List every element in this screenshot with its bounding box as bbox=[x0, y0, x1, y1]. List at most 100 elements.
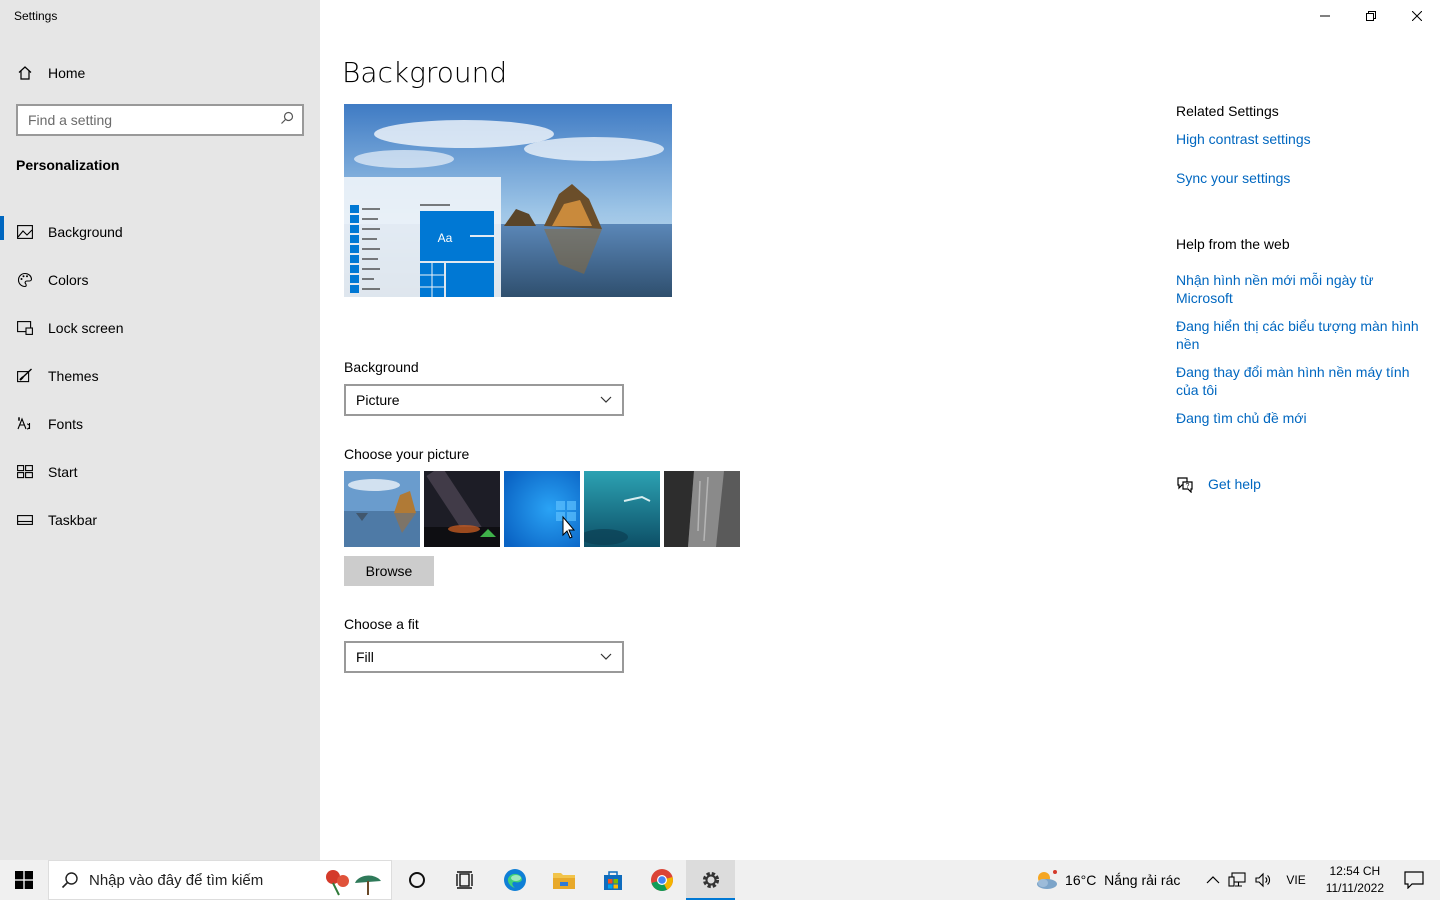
sidebar-item-background[interactable]: Background bbox=[0, 208, 320, 256]
partly-sunny-icon bbox=[1037, 870, 1058, 889]
picture-thumbnails bbox=[344, 471, 740, 547]
clock[interactable]: 12:54 CH 11/11/2022 bbox=[1316, 863, 1394, 897]
search-icon[interactable] bbox=[280, 111, 294, 130]
close-icon bbox=[1412, 11, 1422, 21]
minimize-icon bbox=[1320, 15, 1330, 17]
sidebar-item-label: Colors bbox=[48, 272, 89, 288]
network-icon bbox=[1228, 872, 1246, 887]
system-tray: 16°C Nắng rải rác VIE 12:54 CH 11/11/202… bbox=[1029, 860, 1440, 900]
windows-logo-icon bbox=[15, 871, 33, 889]
picture-thumbnail-underwater[interactable] bbox=[584, 471, 660, 547]
start-icon bbox=[16, 463, 34, 481]
sidebar-item-label: Background bbox=[48, 224, 123, 240]
taskbar-icon bbox=[16, 511, 34, 529]
close-button[interactable] bbox=[1394, 0, 1440, 32]
sidebar-item-fonts[interactable]: Fonts bbox=[0, 400, 320, 448]
sidebar-item-start[interactable]: Start bbox=[0, 448, 320, 496]
picture-thumbnail-rock-cliff[interactable] bbox=[664, 471, 740, 547]
app-title: Settings bbox=[14, 9, 58, 23]
chevron-down-icon bbox=[600, 653, 612, 660]
sidebar-item-label: Fonts bbox=[48, 416, 84, 432]
settings-app[interactable] bbox=[686, 860, 735, 900]
store-app[interactable] bbox=[588, 860, 637, 900]
clock-time: 12:54 CH bbox=[1329, 864, 1381, 878]
fit-dropdown[interactable]: Fill bbox=[344, 641, 624, 673]
notification-icon bbox=[1404, 871, 1424, 889]
task-view-button[interactable] bbox=[441, 860, 490, 900]
background-label: Background bbox=[344, 359, 419, 375]
chrome-icon bbox=[650, 869, 673, 891]
get-help-row[interactable]: ? Get help bbox=[1176, 475, 1261, 493]
high-contrast-link[interactable]: High contrast settings bbox=[1176, 130, 1426, 148]
section-title: Personalization bbox=[16, 157, 120, 173]
gear-icon bbox=[702, 871, 719, 889]
store-icon bbox=[603, 871, 622, 890]
background-preview: Aa bbox=[344, 104, 672, 297]
chrome-app[interactable] bbox=[637, 860, 686, 900]
show-hidden-icons-button[interactable] bbox=[1202, 860, 1224, 900]
network-button[interactable] bbox=[1224, 860, 1250, 900]
background-type-value: Picture bbox=[356, 392, 400, 408]
palette-icon bbox=[16, 271, 34, 289]
find-setting-search[interactable] bbox=[16, 104, 304, 136]
restore-icon bbox=[1366, 11, 1376, 21]
edge-app[interactable] bbox=[490, 860, 539, 900]
folder-icon bbox=[552, 873, 575, 889]
edge-icon bbox=[503, 869, 526, 891]
search-highlight-icon bbox=[319, 865, 385, 900]
picture-icon bbox=[16, 223, 34, 241]
sidebar-item-label: Start bbox=[48, 464, 78, 480]
picture-thumbnail-beach[interactable] bbox=[344, 471, 420, 547]
related-settings-heading: Related Settings bbox=[1176, 103, 1279, 119]
find-setting-input[interactable] bbox=[28, 112, 280, 128]
sidebar-item-lock-screen[interactable]: Lock screen bbox=[0, 304, 320, 352]
sidebar-item-colors[interactable]: Colors bbox=[0, 256, 320, 304]
clock-date: 11/11/2022 bbox=[1325, 881, 1384, 895]
sidebar-item-themes[interactable]: Themes bbox=[0, 352, 320, 400]
choose-fit-label: Choose a fit bbox=[344, 616, 419, 632]
action-center-button[interactable] bbox=[1394, 860, 1440, 900]
choose-picture-label: Choose your picture bbox=[344, 446, 470, 462]
sidebar-item-label: Taskbar bbox=[48, 512, 98, 528]
picture-thumbnail-night-sky[interactable] bbox=[424, 471, 500, 547]
get-help-link[interactable]: Get help bbox=[1208, 476, 1261, 492]
file-explorer-app[interactable] bbox=[539, 860, 588, 900]
picture-thumbnail-windows-blue[interactable] bbox=[504, 471, 580, 547]
chat-help-icon: ? bbox=[1176, 475, 1194, 493]
task-view-icon bbox=[455, 871, 473, 889]
help-link[interactable]: Nhận hình nền mới mỗi ngày từ Microsoft bbox=[1176, 271, 1426, 307]
volume-icon bbox=[1255, 872, 1271, 888]
taskbar-search-placeholder: Nhập vào đây để tìm kiếm bbox=[89, 871, 264, 889]
help-heading: Help from the web bbox=[1176, 236, 1290, 252]
preview-tile-text: Aa bbox=[438, 231, 453, 245]
sidebar-item-label: Themes bbox=[48, 368, 99, 384]
minimize-button[interactable] bbox=[1302, 0, 1348, 32]
language-indicator[interactable]: VIE bbox=[1276, 860, 1315, 900]
weather-widget[interactable]: 16°C Nắng rải rác bbox=[1029, 860, 1184, 900]
sidebar: Settings Home Personalization Background… bbox=[0, 0, 320, 860]
sidebar-item-home[interactable]: Home bbox=[16, 62, 85, 84]
sidebar-item-taskbar[interactable]: Taskbar bbox=[0, 496, 320, 544]
sync-settings-link[interactable]: Sync your settings bbox=[1176, 169, 1426, 187]
cortana-button[interactable] bbox=[392, 860, 441, 900]
background-type-dropdown[interactable]: Picture bbox=[344, 384, 624, 416]
fonts-icon bbox=[16, 415, 34, 433]
chevron-down-icon bbox=[600, 396, 612, 403]
browse-button[interactable]: Browse bbox=[344, 556, 434, 586]
restore-button[interactable] bbox=[1348, 0, 1394, 32]
volume-button[interactable] bbox=[1250, 860, 1276, 900]
taskbar: Nhập vào đây để tìm kiếm 16°C Nắng rải r… bbox=[0, 860, 1440, 900]
help-link[interactable]: Đang thay đổi màn hình nền máy tính của … bbox=[1176, 363, 1426, 399]
start-button[interactable] bbox=[0, 860, 48, 900]
cortana-icon bbox=[408, 872, 425, 888]
taskbar-search-box[interactable]: Nhập vào đây để tìm kiếm bbox=[48, 860, 392, 900]
search-icon bbox=[61, 872, 78, 889]
lock-screen-icon bbox=[16, 319, 34, 337]
help-link[interactable]: Đang tìm chủ đề mới bbox=[1176, 409, 1426, 427]
window-controls bbox=[1302, 0, 1440, 32]
chevron-up-icon bbox=[1206, 876, 1220, 884]
themes-icon bbox=[16, 367, 34, 385]
fit-value: Fill bbox=[356, 649, 374, 665]
help-link[interactable]: Đang hiển thị các biểu tượng màn hình nề… bbox=[1176, 317, 1426, 353]
page-title: Background bbox=[342, 56, 508, 89]
